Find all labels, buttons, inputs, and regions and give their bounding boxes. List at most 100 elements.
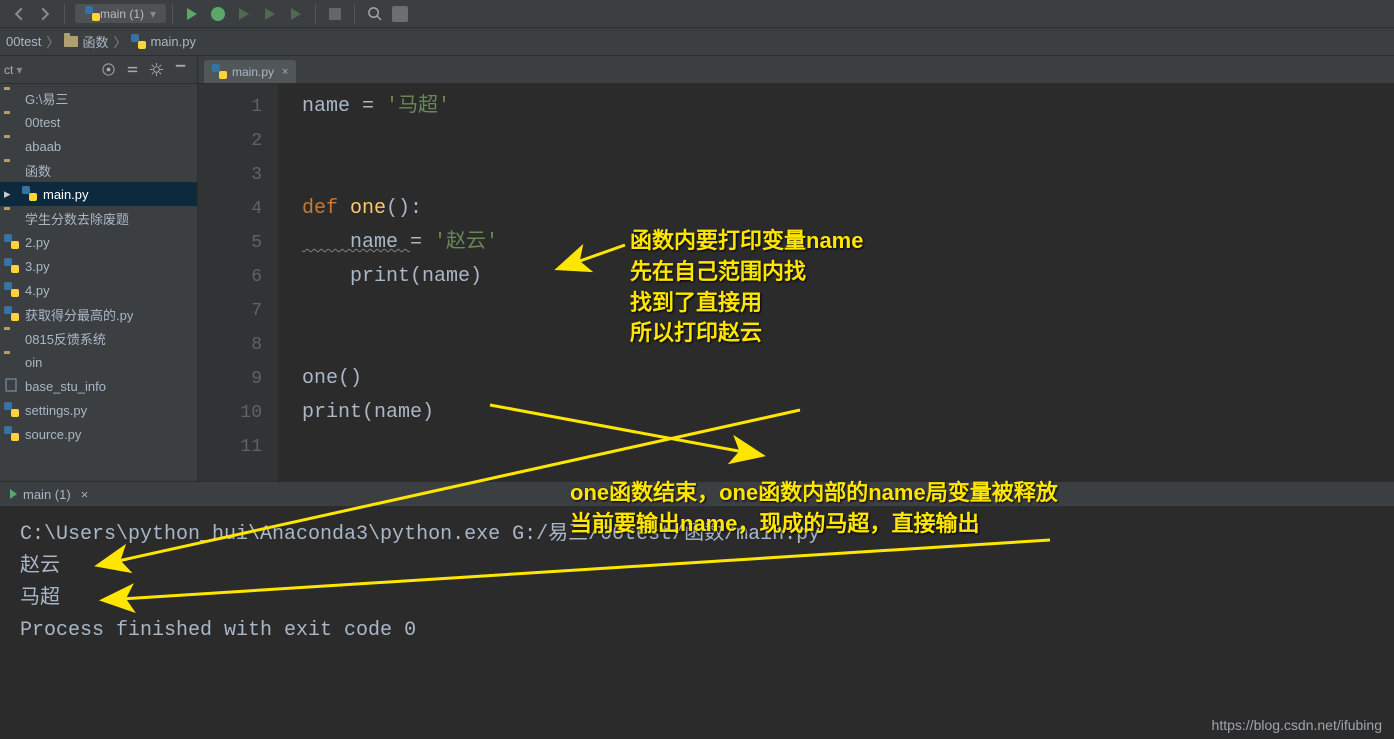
line-number: 5 [198,226,262,260]
run-config-chip[interactable]: main (1) ▾ [75,4,166,23]
debug-icon[interactable] [209,5,227,23]
tree-item[interactable]: 函数 [0,158,197,182]
back-icon[interactable] [10,5,28,23]
tree-item[interactable]: 3.py [0,254,197,278]
tree-item[interactable]: oin [0,350,197,374]
python-icon [22,186,38,202]
tree-item[interactable]: abaab [0,134,197,158]
sidebar-title: ct [4,63,13,77]
structure-icon[interactable] [391,5,409,23]
close-icon[interactable]: × [81,487,89,502]
line-number: 6 [198,260,262,294]
concurrent-run-icon[interactable] [287,5,305,23]
line-number: 9 [198,362,262,396]
settings-gear-icon[interactable] [149,62,165,78]
breadcrumb-label: 00test [6,34,41,49]
tree-item[interactable]: 学生分数去除废题 [0,206,197,230]
chevron-down-icon: ▾ [16,63,22,77]
line-number: 4 [198,192,262,226]
run-tab-label: main (1) [23,487,71,502]
chevron-right-icon: 〉 [46,32,59,51]
profile-run-icon[interactable] [261,5,279,23]
tree-item-label: settings.py [25,403,87,418]
main-toolbar: main (1) ▾ [0,0,1394,28]
tree-item[interactable]: ▸main.py [0,182,197,206]
tree-item-label: 学生分数去除废题 [25,209,129,228]
breadcrumb-item[interactable]: 00test [6,34,41,49]
python-icon [85,6,100,21]
run-icon[interactable] [183,5,201,23]
tree-item-label: G:\易三 [25,89,68,108]
tree-item[interactable]: 4.py [0,278,197,302]
folder-icon [4,210,20,226]
breadcrumb-item[interactable]: main.py [131,34,196,49]
tree-item[interactable]: base_stu_info [0,374,197,398]
tree-item-label: abaab [25,139,61,154]
run-config-label: main (1) [100,7,144,21]
python-icon [212,64,227,79]
tree-item-label: base_stu_info [25,379,106,394]
line-number: 1 [198,90,262,124]
file-icon [4,378,20,394]
tree-item[interactable]: 2.py [0,230,197,254]
tree-item-label: source.py [25,427,81,442]
line-number: 3 [198,158,262,192]
collapse-icon[interactable] [125,62,141,78]
python-icon [4,282,20,298]
breadcrumb-bar: 00test 〉 函数 〉 main.py [0,28,1394,56]
annotation-text-1: 函数内要打印变量name 先在自己范围内找 找到了直接用 所以打印赵云 [630,226,863,349]
run-tab[interactable]: main (1) × [10,487,88,502]
tree-item[interactable]: 0815反馈系统 [0,326,197,350]
tree-item-label: 3.py [25,259,50,274]
target-icon[interactable] [101,62,117,78]
close-icon[interactable]: × [282,66,288,78]
project-tree[interactable]: G:\易三 00test abaab 函数▸main.py 学生分数去除废题 2.py 3.… [0,84,197,481]
run-console[interactable]: C:\Users\python_hui\Anaconda3\python.exe… [0,507,1394,739]
tree-item[interactable]: G:\易三 [0,86,197,110]
line-number: 10 [198,396,262,430]
project-sidebar: ct ▾ G:\易三 00test abaab 函数▸main.py 学生分数去除废题 2… [0,56,198,481]
tree-item[interactable]: 获取得分最高的.py [0,302,197,326]
watermark: https://blog.csdn.net/ifubing [1212,717,1382,733]
line-number: 2 [198,124,262,158]
breadcrumb-label: 函数 [82,32,108,51]
console-line: 赵云 [20,551,1374,583]
folder-icon [4,330,20,346]
python-icon [4,234,20,250]
python-icon [131,34,146,49]
tree-item-label: 获取得分最高的.py [25,305,133,324]
coverage-run-icon[interactable] [235,5,253,23]
sidebar-header: ct ▾ [0,56,197,84]
line-number: 11 [198,430,262,464]
forward-icon[interactable] [36,5,54,23]
folder-icon [4,114,20,130]
annotation-text-2: one函数结束，one函数内部的name局变量被释放 当前要输出name，现成的… [570,478,1058,540]
tree-item[interactable]: 00test [0,110,197,134]
python-icon [4,426,20,442]
console-line: Process finished with exit code 0 [20,615,1374,647]
stop-icon[interactable] [326,5,344,23]
editor-tab[interactable]: main.py × [204,60,296,83]
folder-icon [4,90,20,106]
tree-item-label: oin [25,355,42,370]
run-icon [10,489,17,499]
python-icon [4,258,20,274]
folder-icon [4,354,20,370]
tree-item-label: 2.py [25,235,50,250]
line-gutter: 1234567891011 [198,84,278,481]
tree-item[interactable]: settings.py [0,398,197,422]
chevron-down-icon: ▾ [150,7,156,21]
breadcrumb-item[interactable]: 函数 [64,32,108,51]
python-icon [4,402,20,418]
hide-icon[interactable] [173,62,189,78]
tree-item-label: 00test [25,115,60,130]
search-icon[interactable] [365,5,383,23]
tree-item[interactable]: source.py [0,422,197,446]
tree-item-label: 0815反馈系统 [25,329,106,348]
folder-icon [4,138,20,154]
line-number: 7 [198,294,262,328]
folder-icon [64,36,78,47]
line-number: 8 [198,328,262,362]
tree-item-label: 4.py [25,283,50,298]
console-line: 马超 [20,583,1374,615]
